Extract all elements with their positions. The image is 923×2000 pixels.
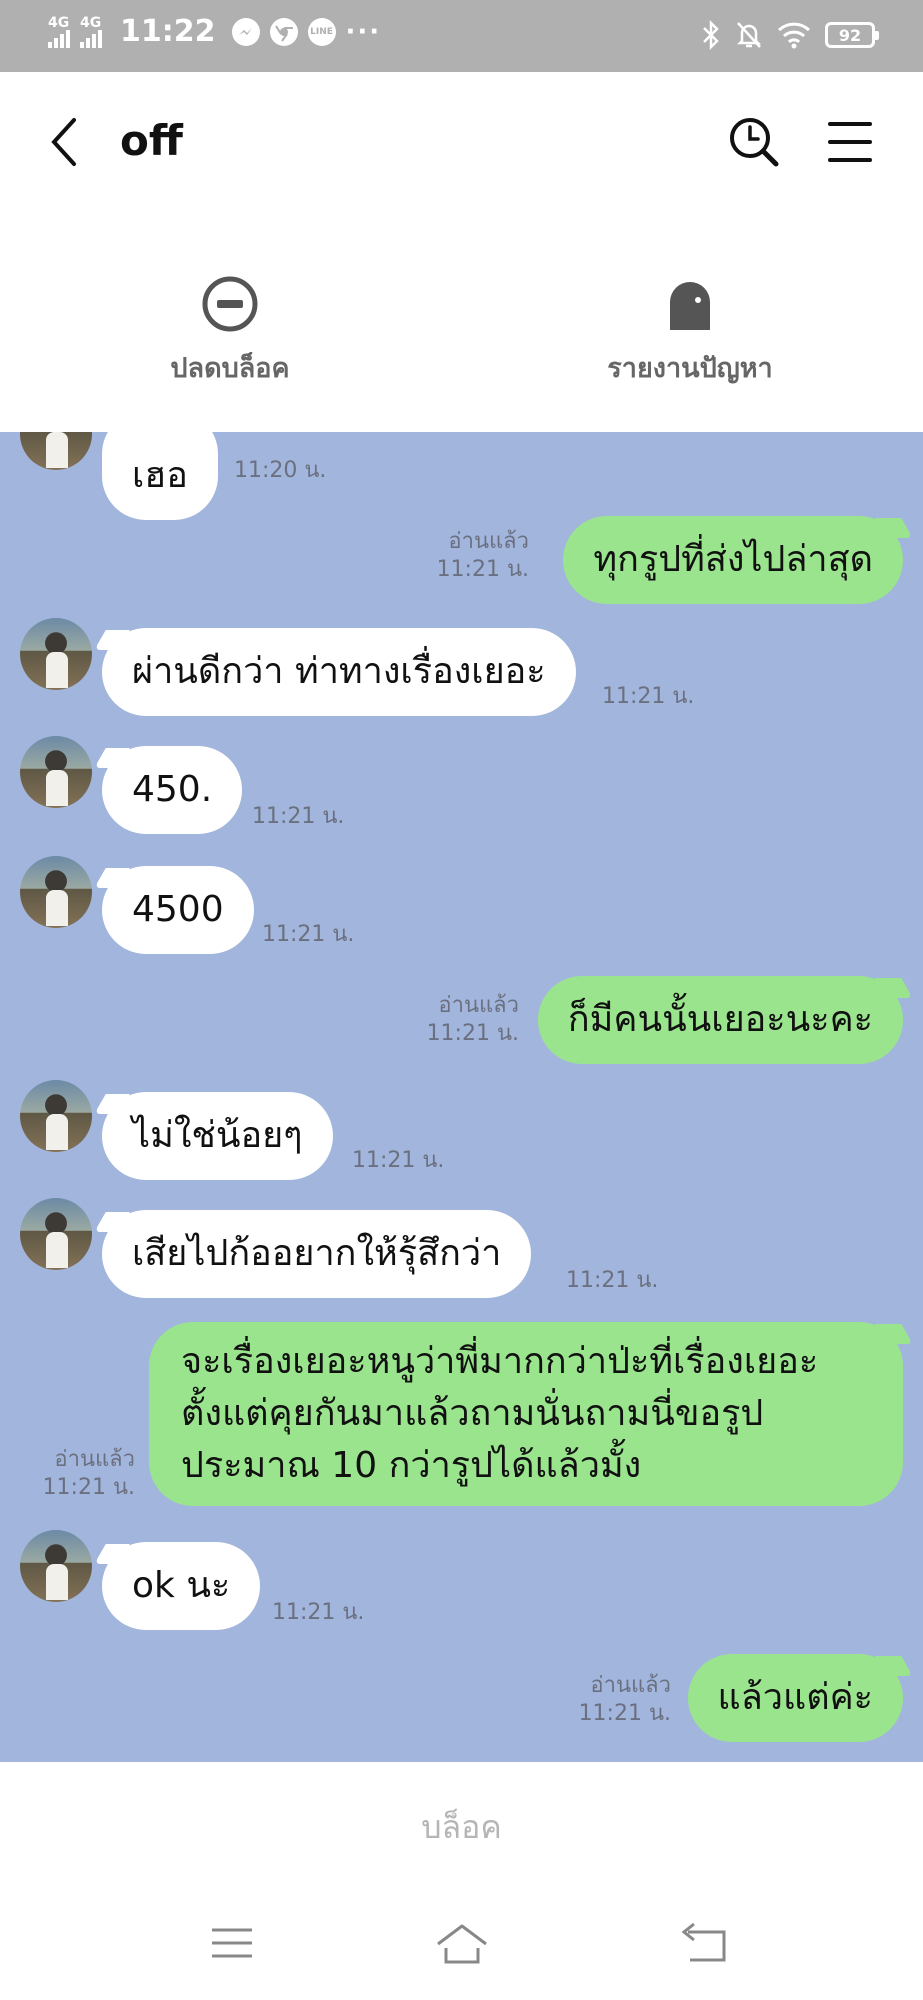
unblock-icon	[202, 276, 258, 332]
message-meta: อ่านแล้ว 11:21 น.	[579, 1672, 671, 1728]
signal-icon-2: 4G	[80, 16, 102, 48]
block-button[interactable]: บล็อค	[421, 1802, 502, 1853]
message-text: ก็มีคนนั้นเยอะนะคะ	[567, 999, 873, 1040]
message-text: 450.	[132, 769, 213, 810]
avatar[interactable]	[20, 432, 92, 470]
status-right: 92	[701, 20, 879, 50]
back-icon	[681, 1922, 726, 1962]
message-incoming[interactable]: เฮอ	[102, 432, 218, 520]
message-incoming[interactable]: ผ่านดีกว่า ท่าทางเรื่องเยอะ	[102, 628, 576, 716]
signal-icon: 4G	[48, 16, 70, 48]
message-outgoing[interactable]: แล้วแต่ค่ะ	[687, 1654, 903, 1742]
message-text: เสียไปก้ออยากให้รุ้สึกว่า	[132, 1233, 502, 1274]
blocked-footer: บล็อค	[0, 1762, 923, 1892]
message-text: 4500	[132, 889, 224, 930]
avatar[interactable]	[20, 1530, 92, 1602]
avatar[interactable]	[20, 1198, 92, 1270]
read-receipt: อ่านแล้ว	[438, 993, 519, 1018]
line-icon: LINE	[307, 17, 336, 46]
message-incoming[interactable]: ไม่ใช่น้อยๆ	[102, 1092, 333, 1180]
more-notifications: ···	[345, 16, 382, 47]
blocked-actions-bar: ปลดบล็อค รายงานปัญหา	[0, 212, 923, 432]
avatar[interactable]	[20, 618, 92, 690]
home-icon	[437, 1924, 487, 1964]
messenger-icon	[231, 17, 260, 46]
report-icon	[670, 282, 710, 330]
report-label: รายงานปัญหา	[607, 353, 773, 384]
bell-off-icon	[736, 22, 762, 48]
menu-button[interactable]	[826, 114, 874, 170]
status-left: 4G 4G 11:22 LINE ···	[48, 14, 381, 49]
recent-apps-button[interactable]	[202, 1918, 262, 1968]
message-meta: อ่านแล้ว 11:21 น.	[437, 528, 529, 584]
message-incoming[interactable]: 450.	[102, 746, 243, 834]
message-text-line: ตั้งแต่คุยกันมาแล้วถามนั่นถามนี่ขอรูป	[181, 1393, 764, 1434]
message-incoming[interactable]: เสียไปก้ออยากให้รุ้สึกว่า	[102, 1210, 532, 1298]
back-button[interactable]	[44, 112, 88, 172]
message-time: 11:21 น.	[262, 922, 355, 947]
message-time: 11:21 น.	[42, 1475, 135, 1500]
avatar[interactable]	[20, 1080, 92, 1152]
status-bar: 4G 4G 11:22 LINE ··· 92	[0, 0, 923, 72]
message-text: ไม่ใช่น้อยๆ	[132, 1115, 303, 1156]
battery-icon: 92	[825, 22, 879, 48]
message-incoming[interactable]: ok นะ	[102, 1542, 261, 1630]
bluetooth-icon	[703, 20, 719, 50]
message-time: 11:21 น.	[602, 684, 695, 709]
system-nav-bar	[0, 1892, 923, 2000]
message-time: 11:21 น.	[566, 1268, 659, 1293]
message-time: 11:21 น.	[426, 1021, 519, 1046]
message-text: ผ่านดีกว่า ท่าทางเรื่องเยอะ	[132, 651, 546, 692]
message-time: 11:21 น.	[272, 1600, 365, 1625]
message-text-line: จะเรื่องเยอะหนูว่าพี่มากกว่าป่ะที่เรื่อง…	[181, 1341, 819, 1382]
message-time: 11:21 น.	[252, 804, 345, 829]
battery-level: 92	[838, 25, 862, 45]
message-outgoing[interactable]: ทุกรูปที่ส่งไปล่าสุด	[563, 516, 903, 604]
menu-icon	[828, 122, 872, 162]
message-text: แล้วแต่ค่ะ	[717, 1677, 873, 1718]
home-button[interactable]	[432, 1918, 492, 1968]
unblock-button[interactable]: ปลดบล็อค	[140, 274, 320, 389]
read-receipt: อ่านแล้ว	[448, 529, 529, 554]
message-text: เฮอ	[132, 455, 188, 496]
network-type-2: 4G	[80, 14, 102, 31]
read-receipt: อ่านแล้ว	[590, 1673, 671, 1698]
system-back-button[interactable]	[672, 1918, 732, 1968]
network-type-1: 4G	[48, 14, 70, 31]
message-outgoing[interactable]: ก็มีคนนั้นเยอะนะคะ	[537, 976, 903, 1064]
wifi-icon	[777, 22, 811, 49]
report-button[interactable]: รายงานปัญหา	[580, 274, 800, 389]
message-time: 11:21 น.	[436, 557, 529, 582]
recent-apps-icon	[212, 1928, 252, 1958]
message-meta: อ่านแล้ว 11:21 น.	[43, 1446, 135, 1502]
search-icon	[730, 118, 779, 167]
avatar[interactable]	[20, 736, 92, 808]
search-button[interactable]	[726, 112, 782, 172]
back-arrow-icon	[51, 118, 76, 166]
message-time: 11:21 น.	[578, 1701, 671, 1726]
message-text-line: ประมาณ 10 กว่ารูปได้แล้วมั้ง	[181, 1445, 642, 1486]
chrome-icon	[269, 17, 298, 46]
avatar[interactable]	[20, 856, 92, 928]
read-receipt: อ่านแล้ว	[54, 1447, 135, 1472]
chat-title: off	[120, 116, 183, 165]
message-outgoing[interactable]: จะเรื่องเยอะหนูว่าพี่มากกว่าป่ะที่เรื่อง…	[149, 1322, 903, 1506]
message-incoming[interactable]: 4500	[102, 866, 254, 954]
chat-messages[interactable]: เฮอ 11:20 น. อ่านแล้ว 11:21 น. ทุกรูปที่…	[0, 432, 923, 1762]
message-time: 11:21 น.	[352, 1148, 445, 1173]
chat-header: off	[0, 72, 923, 212]
status-time: 11:22	[120, 14, 216, 49]
message-text: ทุกรูปที่ส่งไปล่าสุด	[593, 539, 873, 580]
message-time: 11:20 น.	[234, 458, 327, 483]
message-text: ok นะ	[132, 1565, 231, 1606]
unblock-label: ปลดบล็อค	[170, 353, 290, 384]
message-meta: อ่านแล้ว 11:21 น.	[427, 992, 519, 1048]
